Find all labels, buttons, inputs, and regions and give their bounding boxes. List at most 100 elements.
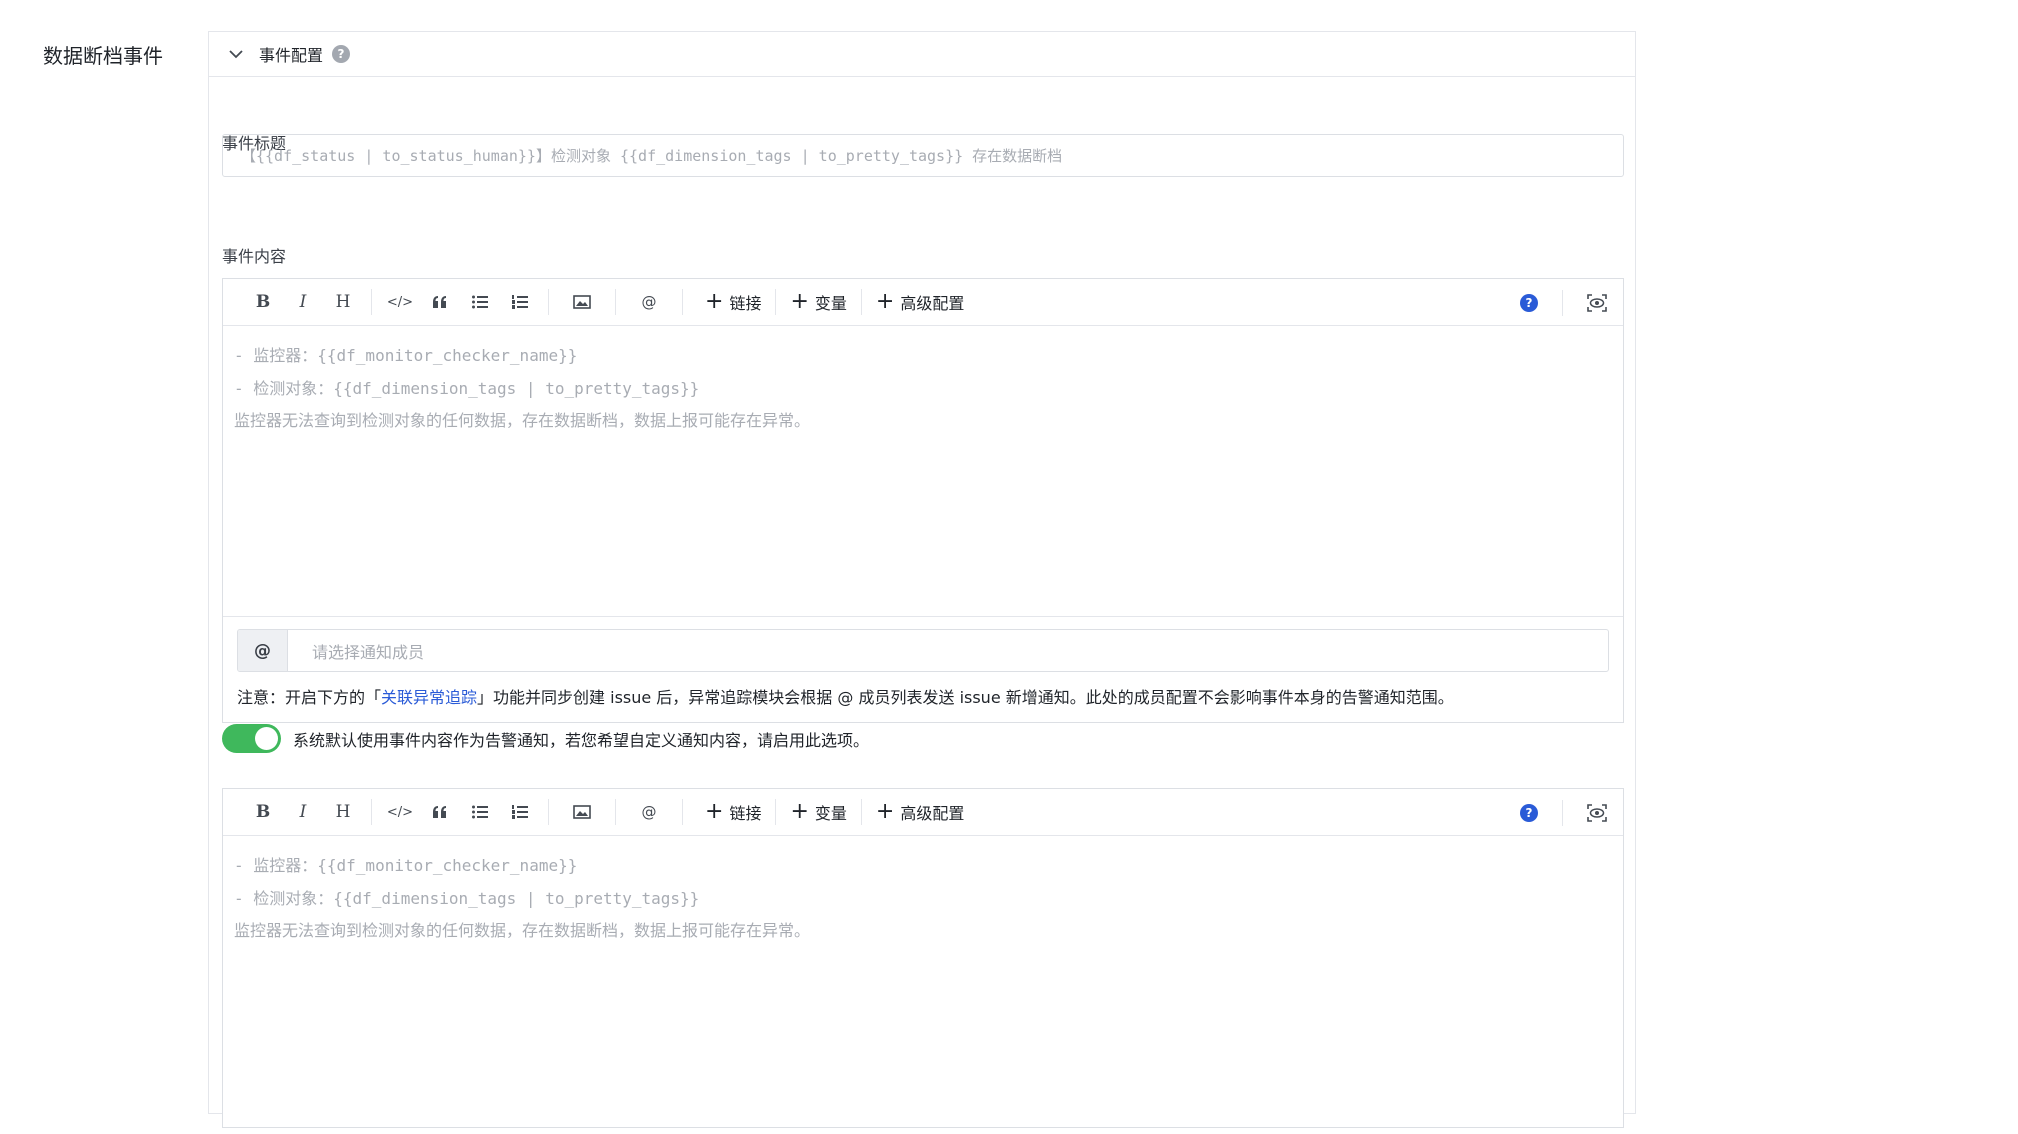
quote-icon — [433, 806, 446, 818]
toolbar-divider — [371, 289, 372, 315]
toolbar-divider — [1562, 799, 1563, 826]
bullet-list-button[interactable] — [460, 797, 500, 827]
event-content-label: 事件内容 — [222, 247, 287, 266]
ordered-list-button[interactable] — [500, 287, 540, 317]
event-title-input[interactable]: 【{{df_status | to_status_human}}】检测对象 {{… — [222, 134, 1624, 177]
insert-variable-label: 变量 — [814, 804, 847, 823]
question-icon[interactable]: ? — [332, 45, 351, 63]
event-config-panel: 事件配置 ? 事件标题 【{{df_status | to_status_hum… — [208, 31, 1636, 1128]
code-button[interactable]: </> — [380, 797, 420, 827]
ordered-list-icon — [512, 295, 528, 309]
at-icon: @ — [238, 630, 288, 671]
custom-notify-label: 系统默认使用事件内容作为告警通知，若您希望自定义通知内容，请启用此选项。 — [293, 730, 870, 750]
notify-members-placeholder: 请选择通知成员 — [312, 642, 425, 662]
heading-icon: H — [335, 802, 351, 822]
toolbar-divider — [1562, 289, 1563, 316]
plus-icon: + — [875, 799, 895, 824]
notify-members-area: @ 请选择通知成员 注意：开启下方的「关联异常追踪」功能并同步创建 issue … — [223, 616, 1623, 723]
insert-variable-button[interactable]: + 变量 — [776, 287, 860, 317]
italic-button[interactable]: I — [283, 287, 323, 317]
insert-variable-label: 变量 — [814, 294, 847, 313]
insert-variable-button[interactable]: + 变量 — [776, 797, 860, 827]
chevron-down-icon[interactable] — [225, 43, 247, 65]
advanced-config-label: 高级配置 — [900, 804, 965, 823]
code-button[interactable]: </> — [380, 287, 420, 317]
toolbar-divider — [615, 799, 616, 825]
heading-icon: H — [335, 292, 351, 312]
ordered-list-button[interactable] — [500, 797, 540, 827]
editor-toolbar: B I H </> @ + 链接 + 变量 + 高级配置 ? — [223, 789, 1623, 836]
plus-icon: + — [790, 799, 809, 824]
at-icon: @ — [641, 803, 657, 821]
notify-notice: 注意：开启下方的「关联异常追踪」功能并同步创建 issue 后，异常追踪模块会根… — [237, 684, 1609, 708]
editor-content[interactable]: - 监控器：{{df_monitor_checker_name}} - 检测对象… — [223, 326, 1623, 616]
custom-notify-row: 系统默认使用事件内容作为告警通知，若您希望自定义通知内容，请启用此选项。 — [222, 724, 869, 753]
insert-link-button[interactable]: + 链接 — [691, 287, 775, 317]
image-icon — [573, 805, 591, 819]
notice-prefix: 注意：开启下方的「 — [237, 688, 382, 707]
content-line: 监控器无法查询到检测对象的任何数据，存在数据断档，数据上报可能存在异常。 — [234, 921, 811, 940]
quote-icon — [433, 296, 446, 308]
at-icon: @ — [641, 293, 657, 311]
advanced-config-label: 高级配置 — [900, 294, 965, 313]
bold-button[interactable]: B — [243, 797, 283, 827]
plus-icon: + — [705, 799, 724, 824]
notify-members-select[interactable]: @ 请选择通知成员 — [237, 629, 1609, 672]
panel-header[interactable]: 事件配置 ? — [209, 32, 1635, 77]
editor-content[interactable]: - 监控器：{{df_monitor_checker_name}} - 检测对象… — [223, 836, 1623, 962]
bullet-list-icon — [472, 805, 488, 819]
toggle-knob — [255, 727, 278, 750]
image-button[interactable] — [557, 287, 607, 317]
quote-button[interactable] — [420, 797, 460, 827]
preview-eye-icon — [1587, 803, 1607, 822]
toolbar-right: ? — [1520, 279, 1609, 326]
content-line: - 检测对象：{{df_dimension_tags | to_pretty_t… — [234, 378, 700, 398]
help-icon[interactable]: ? — [1520, 293, 1538, 312]
plus-icon: + — [705, 289, 724, 314]
mention-button[interactable]: @ — [624, 797, 674, 827]
italic-icon: I — [299, 292, 307, 312]
plus-icon: + — [875, 289, 895, 314]
event-title-placeholder: 【{{df_status | to_status_human}}】检测对象 {{… — [241, 147, 1063, 165]
bold-icon: B — [255, 292, 271, 312]
toolbar-divider — [615, 289, 616, 315]
quote-button[interactable] — [420, 287, 460, 317]
help-icon[interactable]: ? — [1520, 803, 1538, 822]
preview-button[interactable] — [1585, 798, 1609, 828]
toolbar-divider — [682, 799, 683, 825]
section-label: 数据断档事件 — [43, 44, 163, 68]
insert-link-label: 链接 — [729, 294, 762, 313]
heading-button[interactable]: H — [323, 797, 363, 827]
plus-icon: + — [790, 289, 809, 314]
code-icon: </> — [386, 804, 414, 820]
image-button[interactable] — [557, 797, 607, 827]
advanced-config-button[interactable]: + 高级配置 — [862, 797, 978, 827]
italic-button[interactable]: I — [283, 797, 323, 827]
heading-button[interactable]: H — [323, 287, 363, 317]
content-line: - 监控器：{{df_monitor_checker_name}} — [234, 856, 578, 875]
mention-button[interactable]: @ — [624, 287, 674, 317]
toolbar-divider — [682, 289, 683, 315]
custom-notify-editor: B I H </> @ + 链接 + 变量 + 高级配置 ? - 监控器：{{d… — [222, 788, 1624, 1128]
content-line: - 检测对象：{{df_dimension_tags | to_pretty_t… — [234, 888, 700, 908]
insert-link-button[interactable]: + 链接 — [691, 797, 775, 827]
advanced-config-button[interactable]: + 高级配置 — [862, 287, 978, 317]
custom-notify-toggle[interactable] — [222, 724, 281, 753]
image-icon — [573, 295, 591, 309]
preview-button[interactable] — [1585, 288, 1609, 318]
bold-button[interactable]: B — [243, 287, 283, 317]
panel-title: 事件配置 — [259, 46, 324, 65]
notice-suffix: 」功能并同步创建 issue 后，异常追踪模块会根据 @ 成员列表发送 issu… — [477, 688, 1454, 707]
insert-link-label: 链接 — [729, 804, 762, 823]
bullet-list-button[interactable] — [460, 287, 500, 317]
editor-toolbar: B I H </> @ + 链接 + 变量 + 高级配置 ? — [223, 279, 1623, 326]
ordered-list-icon — [512, 805, 528, 819]
code-icon: </> — [386, 294, 414, 310]
bullet-list-icon — [472, 295, 488, 309]
preview-eye-icon — [1587, 293, 1607, 312]
toolbar-right: ? — [1520, 789, 1609, 836]
toolbar-divider — [548, 289, 549, 315]
italic-icon: I — [299, 802, 307, 822]
bold-icon: B — [255, 802, 271, 822]
issue-tracking-link[interactable]: 关联异常追踪 — [381, 688, 477, 707]
